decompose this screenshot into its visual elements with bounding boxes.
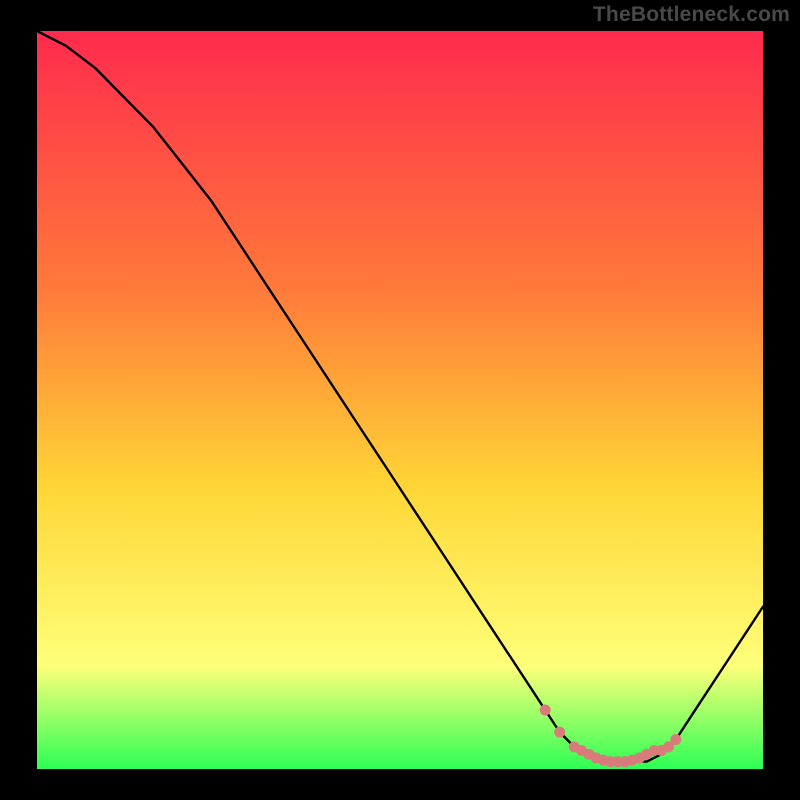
optimum-dot	[554, 727, 565, 738]
chart-frame: TheBottleneck.com	[0, 0, 800, 800]
optimum-dot	[670, 734, 681, 745]
optimum-dot	[540, 705, 551, 716]
gradient-background	[37, 31, 763, 769]
bottleneck-chart	[0, 0, 800, 800]
